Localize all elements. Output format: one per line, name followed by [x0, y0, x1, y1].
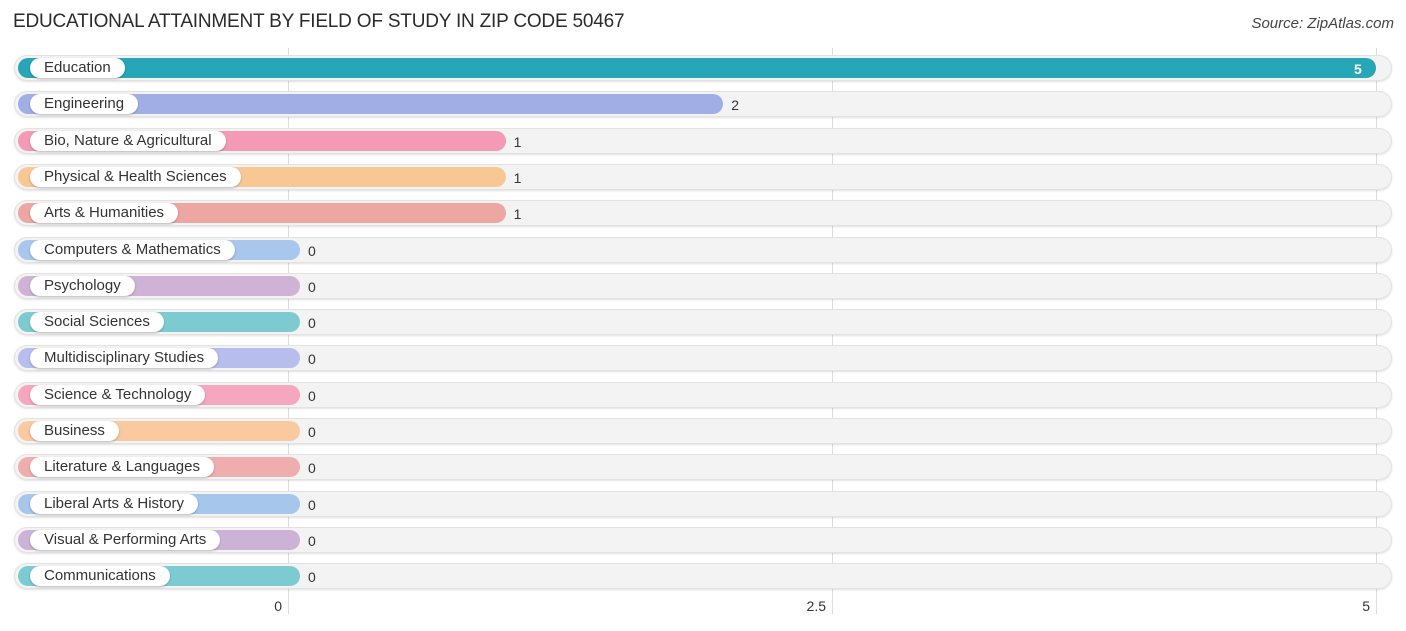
value-label: 2	[731, 97, 739, 114]
x-tick-label: 5	[1362, 598, 1370, 614]
value-label: 0	[308, 424, 316, 440]
value-label: 0	[308, 351, 316, 368]
value-label: 0	[308, 496, 316, 513]
category-label: Physical & Health Sciences	[30, 166, 241, 187]
category-label: Literature & Languages	[30, 457, 214, 478]
category-label: Engineering	[30, 94, 139, 115]
value-label: 1	[513, 169, 522, 186]
category-label: Communications	[30, 566, 170, 587]
category-label: Arts & Humanities	[30, 203, 179, 224]
category-label: Science & Technology	[30, 384, 206, 405]
value-label: 0	[308, 569, 316, 586]
value-label: 1	[513, 206, 522, 223]
bar-education	[18, 58, 1376, 78]
category-label: Social Sciences	[30, 312, 164, 333]
value-label: 0	[308, 387, 316, 404]
value-label: 0	[308, 242, 316, 259]
category-label: Visual & Performing Arts	[30, 529, 221, 550]
x-tick-label: 2.5	[806, 598, 826, 614]
category-label: Multidisciplinary Studies	[30, 348, 219, 369]
bar-chart: Education 5 Engineering 2 Bio, Nature & Agri…	[0, 0, 1406, 631]
value-label: 0	[308, 532, 316, 549]
category-label: Liberal Arts & History	[30, 493, 199, 514]
category-label: Psychology	[30, 275, 135, 296]
x-tick-label: 0	[274, 598, 282, 614]
category-label: Education	[30, 58, 125, 78]
value-label: 1	[513, 133, 522, 150]
category-label: Computers & Mathematics	[30, 239, 235, 260]
value-label: 0	[308, 460, 316, 477]
value-label: 0	[308, 315, 316, 332]
category-label: Bio, Nature & Agricultural	[30, 130, 226, 151]
value-label: 5	[1354, 61, 1362, 77]
value-label: 0	[308, 278, 316, 295]
category-label: Business	[30, 421, 119, 441]
